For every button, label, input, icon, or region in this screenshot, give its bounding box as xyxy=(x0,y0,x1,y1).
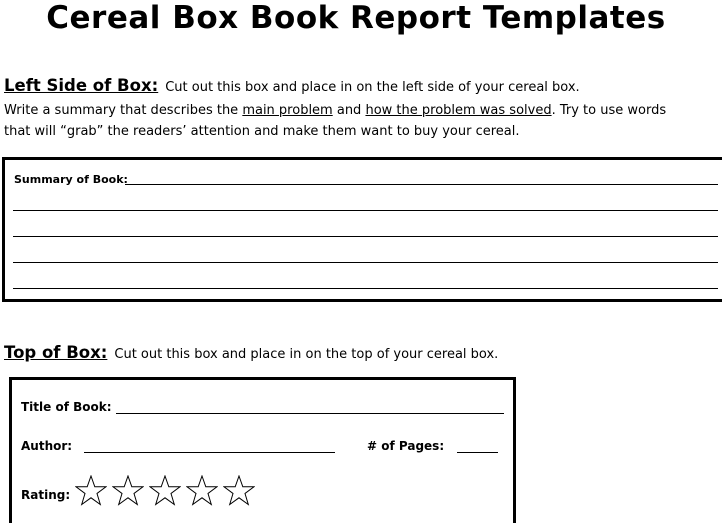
star-outline-icon[interactable] xyxy=(75,475,107,506)
top-of-box-card: Title of Book: Author: # of Pages: Ratin… xyxy=(9,377,516,523)
left-side-paragraph: Write a summary that describes the main … xyxy=(4,100,728,142)
rating-stars xyxy=(75,475,255,506)
star-outline-icon[interactable] xyxy=(223,475,255,506)
summary-write-line[interactable] xyxy=(13,262,718,263)
summary-label: Summary of Book: xyxy=(14,173,128,186)
summary-write-line[interactable] xyxy=(13,288,718,289)
star-outline-icon[interactable] xyxy=(149,475,181,506)
star-outline-icon[interactable] xyxy=(186,475,218,506)
summary-write-line[interactable] xyxy=(13,210,718,211)
para-write: Write a summary that describes the xyxy=(4,103,243,118)
left-side-heading: Left Side of Box: xyxy=(4,76,159,95)
summary-write-line[interactable] xyxy=(125,184,718,185)
title-label: Title of Book: xyxy=(21,400,112,414)
pages-write-line[interactable] xyxy=(457,452,498,453)
para-line3: that will “grab” the readers’ attention … xyxy=(4,124,520,139)
pages-label: # of Pages: xyxy=(367,439,445,453)
summary-write-line[interactable] xyxy=(13,236,718,237)
top-side-heading: Top of Box: xyxy=(4,343,108,362)
para-and: and xyxy=(332,103,366,118)
rating-label: Rating: xyxy=(21,488,71,502)
summary-box: Summary of Book: xyxy=(2,157,722,302)
how-solved-underlined: how the problem was solved xyxy=(365,103,552,118)
left-side-instruction: Cut out this box and place in on the lef… xyxy=(165,80,580,95)
para-try: . Try to use words xyxy=(551,103,667,118)
author-label: Author: xyxy=(21,439,73,453)
star-outline-icon[interactable] xyxy=(112,475,144,506)
author-write-line[interactable] xyxy=(84,452,335,453)
left-side-heading-line: Left Side of Box: Cut out this box and pl… xyxy=(4,76,580,95)
page-title: Cereal Box Book Report Templates xyxy=(46,0,666,36)
title-write-line[interactable] xyxy=(116,413,504,414)
top-side-instruction: Cut out this box and place in on the top… xyxy=(114,347,499,362)
top-side-heading-line: Top of Box: Cut out this box and place in… xyxy=(4,343,498,362)
main-problem-underlined: main problem xyxy=(242,103,333,118)
